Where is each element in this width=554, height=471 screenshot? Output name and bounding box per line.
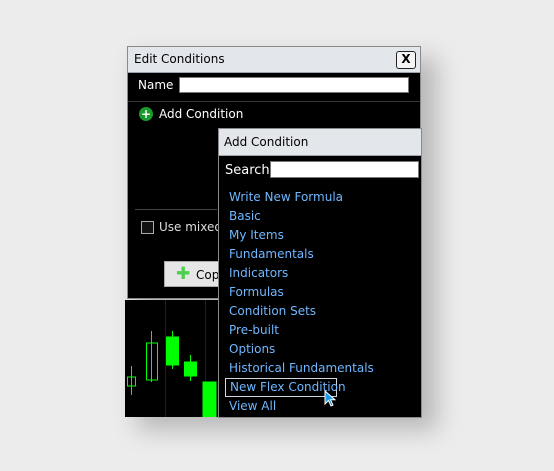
menu-item-pre-built[interactable]: Pre-built (225, 321, 374, 340)
add-condition-label: Add Condition (159, 107, 244, 121)
candle-body (184, 361, 197, 377)
divider (128, 101, 420, 102)
use-mixed-checkbox[interactable] (141, 221, 154, 234)
menu-item-new-flex-condition[interactable]: New Flex Condition (225, 378, 346, 397)
candle-body (202, 381, 217, 417)
copy-label: Cop (196, 268, 220, 282)
close-button[interactable]: X (396, 51, 416, 69)
edit-conditions-title: Edit Conditions (134, 52, 225, 66)
menu-item-indicators[interactable]: Indicators (225, 264, 374, 283)
name-input[interactable] (179, 77, 409, 93)
menu-item-fundamentals[interactable]: Fundamentals (225, 245, 374, 264)
plus-circle-icon: + (139, 107, 153, 121)
search-input[interactable] (270, 161, 419, 178)
condition-category-list: Write New Formula Basic My Items Fundame… (225, 188, 374, 416)
name-row: Name (128, 73, 420, 100)
edit-conditions-titlebar[interactable]: Edit Conditions X (128, 47, 420, 73)
menu-item-my-items[interactable]: My Items (225, 226, 374, 245)
add-condition-window: Add Condition Search Write New Formula B… (218, 128, 422, 418)
name-label: Name (138, 78, 174, 92)
divider (135, 209, 217, 210)
menu-item-options[interactable]: Options (225, 340, 374, 359)
menu-item-view-all[interactable]: View All (225, 397, 374, 416)
candle-body (166, 336, 179, 366)
menu-item-basic[interactable]: Basic (225, 207, 374, 226)
add-condition-title: Add Condition (219, 129, 421, 156)
copy-button[interactable]: ✚ Cop (164, 261, 224, 287)
plus-icon: ✚ (176, 264, 191, 284)
menu-item-formulas[interactable]: Formulas (225, 283, 374, 302)
close-icon: X (401, 52, 411, 66)
search-label: Search (225, 163, 270, 178)
use-mixed-label: Use mixed (159, 220, 222, 234)
menu-item-write-new-formula[interactable]: Write New Formula (225, 188, 374, 207)
menu-item-condition-sets[interactable]: Condition Sets (225, 302, 374, 321)
menu-item-historical-fundamentals[interactable]: Historical Fundamentals (225, 359, 374, 378)
mouse-cursor-icon (324, 390, 337, 407)
